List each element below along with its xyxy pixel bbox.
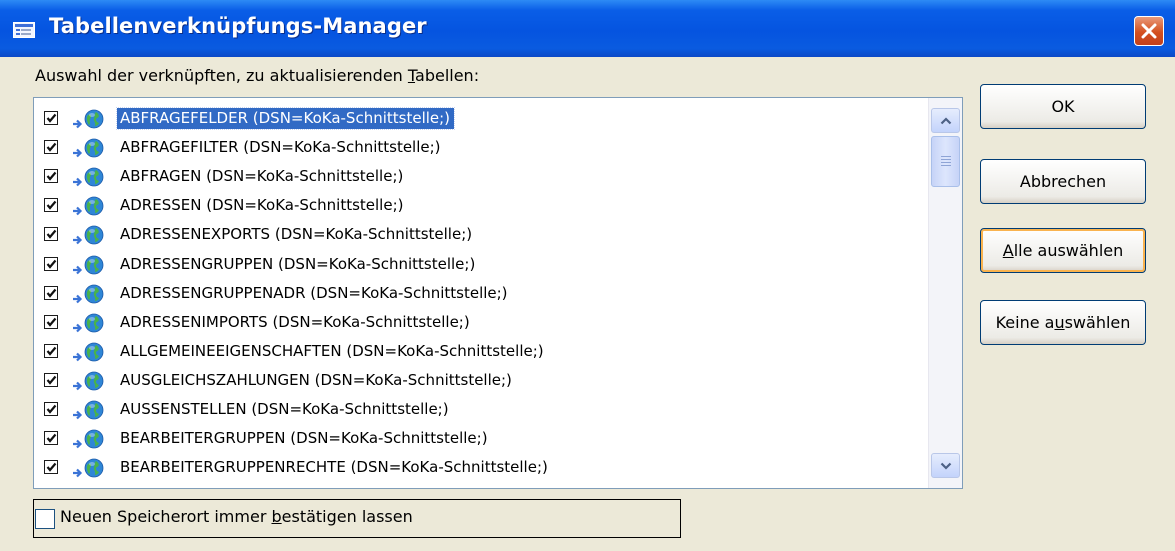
table-row-label: AUSSENSTELLEN (DSN=KoKa-Schnittstelle;) <box>120 400 449 418</box>
arrow-icon <box>72 405 84 424</box>
select-all-mnemonic: A <box>1002 241 1014 260</box>
globe-icon <box>84 313 104 333</box>
table-row-label: ABFRAGEFELDER (DSN=KoKa-Schnittstelle;) <box>115 107 456 130</box>
table-checkbox[interactable] <box>44 460 58 475</box>
select-none-label-start: Keine a <box>995 313 1055 332</box>
linked-tables-list[interactable]: ABFRAGEFELDER (DSN=KoKa-Schnittstelle;) A… <box>33 97 963 489</box>
table-checkbox[interactable] <box>44 402 58 416</box>
select-all-button[interactable]: Alle auswählen <box>980 228 1146 273</box>
globe-icon <box>84 109 104 129</box>
chevron-up-icon <box>940 116 952 125</box>
table-list-label-mnemonic: T <box>407 66 416 85</box>
table-row[interactable]: ADRESSEN (DSN=KoKa-Schnittstelle;) <box>34 191 930 220</box>
table-row-label: BEARBEITERGRUPPENRECHTE (DSN=KoKa-Schnit… <box>120 458 548 477</box>
cancel-button-label: Abbrechen <box>1019 172 1107 191</box>
table-checkbox[interactable] <box>44 140 58 155</box>
table-row[interactable]: AUSSENSTELLEN (DSN=KoKa-Schnittstelle;) <box>34 395 930 424</box>
table-checkbox[interactable] <box>44 314 58 329</box>
table-row[interactable]: ADRESSENGRUPPENADR (DSN=KoKa-Schnittstel… <box>34 279 930 308</box>
scroll-thumb[interactable] <box>931 136 960 187</box>
table-row-label: ADRESSENGRUPPENADR (DSN=KoKa-Schnittstel… <box>120 283 508 302</box>
arrow-icon <box>72 143 84 162</box>
table-row[interactable]: AUSGLEICHSZAHLUNGEN (DSN=KoKa-Schnittste… <box>34 366 930 395</box>
globe-icon <box>84 255 104 275</box>
globe-icon <box>84 342 104 362</box>
table-row-label: ADRESSEN (DSN=KoKa-Schnittstelle;) <box>120 196 404 215</box>
select-none-mnemonic: u <box>1054 313 1065 332</box>
table-row-label: ABFRAGEN (DSN=KoKa-Schnittstelle;) <box>120 167 404 186</box>
globe-icon <box>84 167 104 187</box>
table-row[interactable]: ADRESSENGRUPPEN (DSN=KoKa-Schnittstelle;… <box>34 250 930 279</box>
chevron-down-icon <box>940 462 952 470</box>
arrow-icon <box>72 260 84 279</box>
table-checkbox[interactable] <box>44 285 58 300</box>
ok-button-label: OK <box>1051 97 1075 116</box>
always-confirm-label[interactable]: Neuen Speicherort immer bestätigen lasse… <box>60 507 413 526</box>
table-list-label-text-end: abellen: <box>415 66 480 85</box>
arrow-icon <box>72 376 84 395</box>
always-confirm-checkbox[interactable] <box>35 509 55 529</box>
scroll-down-button[interactable] <box>931 453 960 478</box>
table-row-label: ALLGEMEINEEIGENSCHAFTEN (DSN=KoKa-Schnit… <box>120 341 544 360</box>
table-row-label: BEARBEITERGRUPPEN (DSN=KoKa-Schnittstell… <box>120 429 488 448</box>
table-row-label: ADRESSENIMPORTS (DSN=KoKa-Schnittstelle;… <box>120 312 470 331</box>
arrow-icon <box>72 434 84 453</box>
always-confirm-mnemonic: b <box>271 507 282 526</box>
scroll-up-button[interactable] <box>931 108 960 133</box>
always-confirm-label-end: estätigen lassen <box>281 507 413 526</box>
globe-icon <box>84 138 104 158</box>
globe-icon <box>84 284 104 304</box>
table-checkbox[interactable] <box>44 169 58 184</box>
select-none-label-end: swählen <box>1064 313 1131 332</box>
table-checkbox[interactable] <box>44 198 58 213</box>
arrow-icon <box>72 230 84 249</box>
close-icon <box>1140 22 1158 40</box>
table-list-label: Auswahl der verknüpften, zu aktualisiere… <box>35 66 479 85</box>
arrow-icon <box>72 463 84 482</box>
table-row-label: AUSGLEICHSZAHLUNGEN (DSN=KoKa-Schnittste… <box>120 370 512 389</box>
always-confirm-label-start: Neuen Speicherort immer <box>60 507 272 526</box>
table-row[interactable]: ADRESSENEXPORTS (DSN=KoKa-Schnittstelle;… <box>34 220 930 249</box>
arrow-icon <box>72 289 84 308</box>
table-checkbox[interactable] <box>44 372 58 387</box>
globe-icon <box>84 458 104 478</box>
globe-icon <box>84 429 104 449</box>
dialog-window: Tabellenverknüpfungs-Manager Auswahl der… <box>0 0 1175 551</box>
arrow-icon <box>72 114 84 133</box>
cancel-button[interactable]: Abbrechen <box>980 159 1146 204</box>
arrow-icon <box>72 172 84 191</box>
arrow-icon <box>72 201 84 220</box>
table-checkbox[interactable] <box>44 227 58 242</box>
ok-button[interactable]: OK <box>980 84 1146 129</box>
table-row[interactable]: ABFRAGEN (DSN=KoKa-Schnittstelle;) <box>34 162 930 191</box>
globe-icon <box>84 371 104 391</box>
table-checkbox[interactable] <box>44 431 58 446</box>
table-row[interactable]: ABFRAGEFILTER (DSN=KoKa-Schnittstelle;) <box>34 133 930 162</box>
table-list-label-text: Auswahl der verknüpften, zu aktualisiere… <box>35 66 408 85</box>
dialog-icon <box>13 22 35 38</box>
arrow-icon <box>72 318 84 337</box>
globe-icon <box>84 225 104 245</box>
table-checkbox[interactable] <box>44 343 58 358</box>
select-none-button[interactable]: Keine a u swählen <box>980 300 1146 345</box>
table-row[interactable]: ALLGEMEINEEIGENSCHAFTEN (DSN=KoKa-Schnit… <box>34 337 930 366</box>
table-row[interactable]: ADRESSENIMPORTS (DSN=KoKa-Schnittstelle;… <box>34 308 930 337</box>
globe-icon <box>84 400 104 420</box>
table-row-label: ADRESSENGRUPPEN (DSN=KoKa-Schnittstelle;… <box>120 254 476 273</box>
select-all-label-end: lle auswählen <box>1013 241 1124 260</box>
table-checkbox[interactable] <box>44 111 58 125</box>
arrow-icon <box>72 347 84 366</box>
table-checkbox[interactable] <box>44 256 58 271</box>
table-row-label: ABFRAGEFILTER (DSN=KoKa-Schnittstelle;) <box>120 138 441 157</box>
title-bar[interactable]: Tabellenverknüpfungs-Manager <box>0 0 1175 57</box>
close-button[interactable] <box>1134 16 1164 46</box>
window-title: Tabellenverknüpfungs-Manager <box>49 14 427 38</box>
table-row-label: ADRESSENEXPORTS (DSN=KoKa-Schnittstelle;… <box>120 225 473 244</box>
table-row[interactable]: BEARBEITERGRUPPENRECHTE (DSN=KoKa-Schnit… <box>34 453 930 482</box>
table-row[interactable]: BEARBEITERGRUPPEN (DSN=KoKa-Schnittstell… <box>34 424 930 453</box>
vertical-scrollbar[interactable] <box>928 98 962 488</box>
table-row[interactable]: ABFRAGEFELDER (DSN=KoKa-Schnittstelle;) <box>34 104 930 133</box>
globe-icon <box>84 196 104 216</box>
